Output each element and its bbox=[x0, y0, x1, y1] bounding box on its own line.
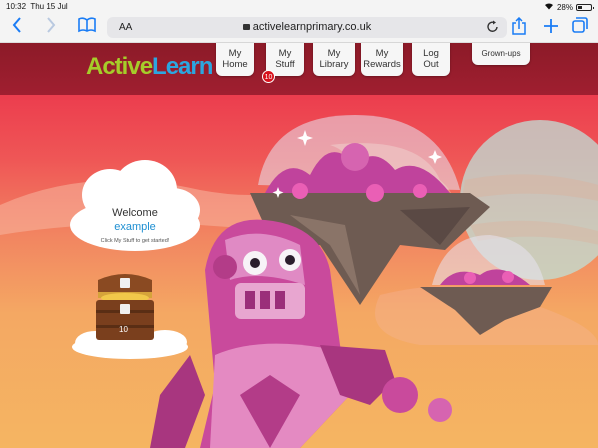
grown-ups-button[interactable]: Grown-ups bbox=[472, 43, 530, 65]
bookmarks-icon[interactable] bbox=[78, 17, 96, 37]
my-stuff-badge: 10 bbox=[262, 70, 275, 83]
reload-icon[interactable] bbox=[487, 20, 499, 36]
url-text[interactable]: activelearnprimary.co.uk bbox=[107, 21, 507, 33]
username: example bbox=[114, 221, 156, 233]
status-time: 10:32 Thu 15 Jul bbox=[6, 2, 68, 11]
forward-icon[interactable] bbox=[46, 17, 56, 37]
nav-my-home[interactable]: My Home bbox=[216, 43, 254, 76]
nav-log-out[interactable]: Log Out bbox=[412, 43, 450, 76]
welcome-hint: Click My Stuff to get started! bbox=[100, 238, 170, 244]
share-icon[interactable] bbox=[512, 16, 526, 39]
nav-my-rewards[interactable]: My Rewards bbox=[361, 43, 403, 76]
home-scene: Welcome example Click My Stuff to get st… bbox=[0, 95, 598, 448]
status-bar: 10:32 Thu 15 Jul 28% bbox=[0, 0, 598, 14]
nav-my-library[interactable]: My Library bbox=[313, 43, 355, 76]
battery-icon bbox=[576, 3, 594, 11]
chest-count: 10 bbox=[119, 325, 128, 334]
welcome-title: Welcome bbox=[112, 207, 158, 219]
new-tab-icon[interactable] bbox=[543, 17, 559, 37]
lock-icon bbox=[242, 24, 250, 30]
wifi-icon bbox=[544, 2, 554, 12]
back-icon[interactable] bbox=[12, 17, 22, 37]
address-bar[interactable]: AA activelearnprimary.co.uk bbox=[107, 17, 507, 38]
status-right: 28% bbox=[544, 2, 594, 12]
battery-percent: 28% bbox=[556, 2, 573, 12]
browser-toolbar: AA activelearnprimary.co.uk bbox=[0, 14, 598, 43]
tabs-icon[interactable] bbox=[572, 17, 588, 37]
activelearn-logo[interactable]: ActiveLearn bbox=[86, 53, 213, 81]
